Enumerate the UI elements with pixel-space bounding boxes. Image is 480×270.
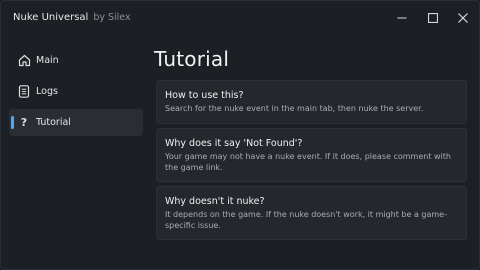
faq-question: Why doesn't it nuke?	[165, 196, 265, 207]
maximize-button[interactable]	[422, 7, 444, 29]
maximize-icon	[428, 13, 438, 23]
faq-question: How to use this?	[165, 90, 244, 101]
faq-card: How to use this? Search for the nuke eve…	[156, 80, 467, 124]
document-icon	[17, 84, 31, 98]
minimize-icon	[397, 13, 407, 23]
page-title: Tutorial	[154, 47, 230, 71]
active-indicator	[11, 116, 14, 129]
close-icon	[458, 13, 468, 23]
sidebar-item-logs[interactable]: Logs	[9, 78, 143, 105]
tutorial-cards: How to use this? Search for the nuke eve…	[156, 80, 467, 244]
app-name: Nuke Universal	[13, 12, 89, 23]
sidebar-item-main[interactable]: Main	[9, 47, 143, 74]
window-title: Nuke Universal by Silex	[13, 12, 131, 23]
app-author: by Silex	[93, 12, 131, 23]
sidebar-item-label: Tutorial	[36, 117, 71, 128]
faq-answer: Search for the nuke event in the main ta…	[165, 104, 424, 113]
close-button[interactable]	[452, 7, 474, 29]
home-icon	[17, 53, 31, 67]
app-window: Nuke Universal by Silex Main Logs ? Tuto…	[0, 0, 480, 270]
title-bar[interactable]: Nuke Universal by Silex	[1, 1, 479, 35]
faq-card: Why doesn't it nuke? It depends on the g…	[156, 186, 467, 240]
sidebar: Main Logs ? Tutorial	[9, 47, 143, 140]
minimize-button[interactable]	[391, 7, 413, 29]
faq-answer: It depends on the game. If the nuke does…	[165, 210, 447, 230]
sidebar-item-label: Main	[36, 55, 59, 66]
faq-question: Why does it say 'Not Found'?	[165, 138, 303, 149]
faq-answer: Your game may not have a nuke event. If …	[165, 152, 451, 172]
sidebar-item-label: Logs	[36, 86, 58, 97]
faq-card: Why does it say 'Not Found'? Your game m…	[156, 128, 467, 182]
question-icon: ?	[20, 115, 28, 129]
sidebar-item-tutorial[interactable]: ? Tutorial	[9, 109, 143, 136]
